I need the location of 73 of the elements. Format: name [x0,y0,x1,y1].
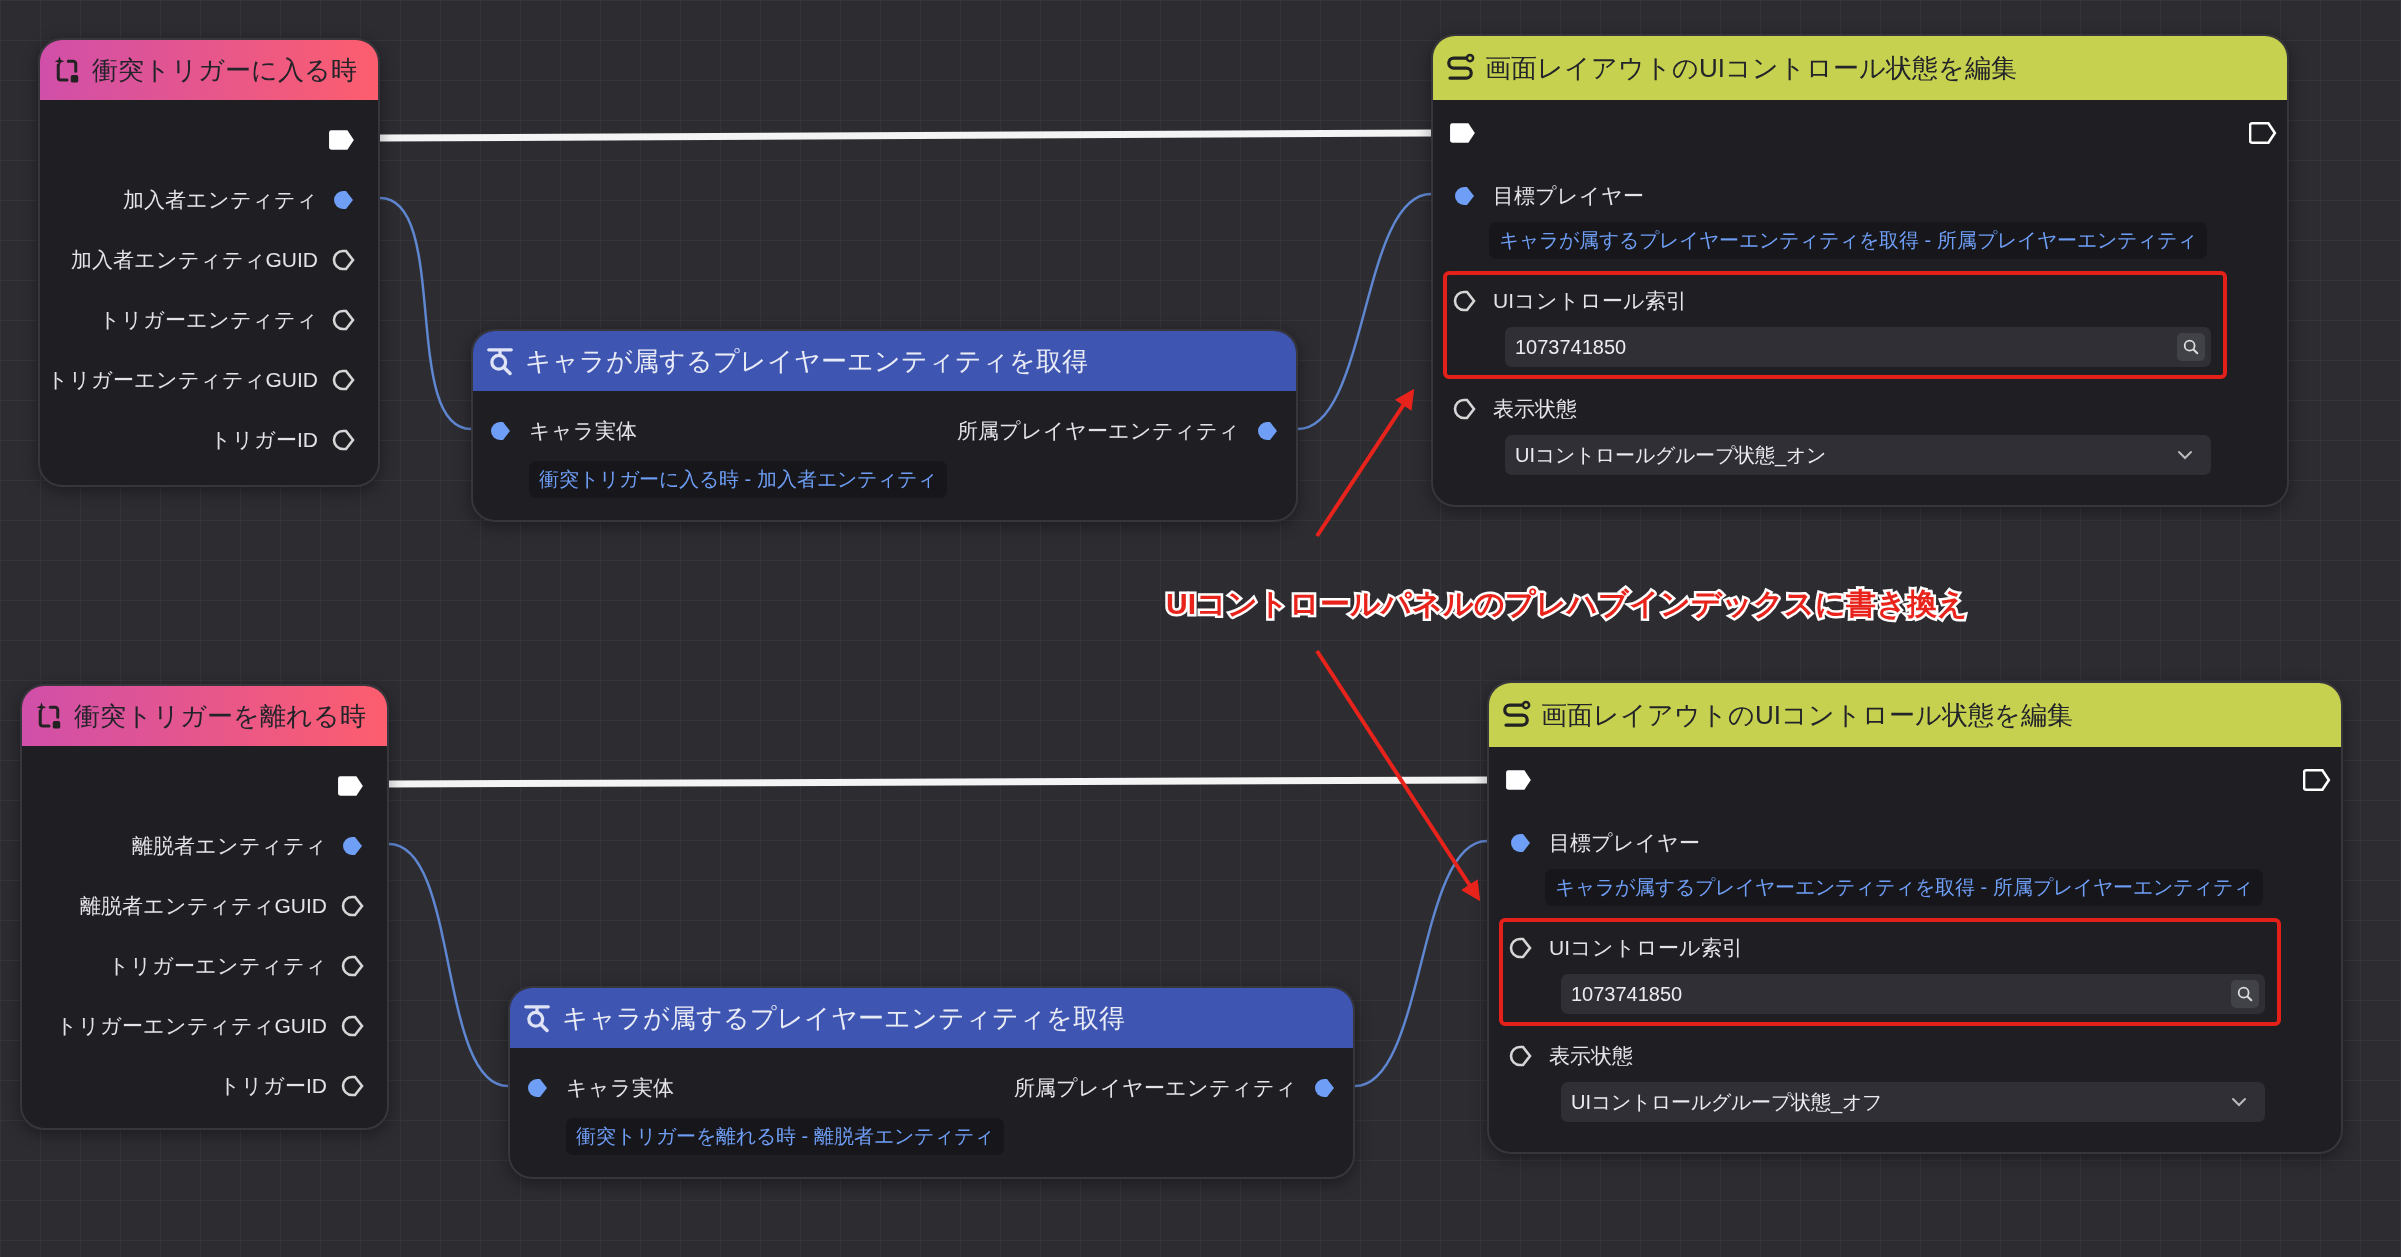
output-pin[interactable] [341,1075,365,1097]
output-label: 離脱者エンティティGUID [79,893,327,919]
output-pin[interactable] [341,1015,365,1037]
input-pin[interactable] [1453,290,1477,312]
output-pin[interactable] [1313,1077,1337,1099]
output-label: トリガーID [210,427,318,453]
exec-pin[interactable] [2249,121,2277,145]
source-reference[interactable]: 衝突トリガーに入る時 - 加入者エンティティ [529,461,947,498]
event-node[interactable]: 衝突トリガーを離れる時 離脱者エンティティ 離脱者エンティティGUID トリガーエンティティ トリガーエンティティGUID トリガーID [20,684,389,1130]
magnifier-icon [485,346,515,376]
action-node[interactable]: 画面レイアウトのUIコントロール状態を編集 目標プレイヤー キャラが属するプレイヤーエンティティを取得 - 所属プレイヤーエンティティ UIコントロール索引 1073741850 表示状態 UIコントロールグループ状態_オフ [1487,681,2343,1154]
input-pin[interactable] [526,1077,550,1099]
param-label: UIコントロール索引 [1493,288,1687,314]
output-label: トリガーエンティティGUID [55,1013,327,1039]
input-pin[interactable] [1509,1045,1533,1067]
output-label: 加入者エンティティ [123,187,318,213]
output-label: トリガーエンティティGUID [46,367,318,393]
output-label: トリガーエンティティ [108,953,327,979]
input-pin[interactable] [1509,937,1533,959]
exec-pin[interactable] [1505,768,1533,792]
action-node[interactable]: 画面レイアウトのUIコントロール状態を編集 目標プレイヤー キャラが属するプレイヤーエンティティを取得 - 所属プレイヤーエンティティ UIコントロール索引 1073741850 表示状態 UIコントロールグループ状態_オン [1431,34,2289,507]
input-pin[interactable] [1509,832,1533,854]
input-field[interactable]: 1073741850 [1505,327,2211,367]
node-title: 画面レイアウトのUIコントロール状態を編集 [1541,698,2073,732]
dropdown[interactable]: UIコントロールグループ状態_オフ [1561,1082,2265,1122]
query-node[interactable]: キャラが属するプレイヤーエンティティを取得 キャラ実体 所属プレイヤーエンティティ 衝突トリガーに入る時 - 加入者エンティティ [471,329,1298,522]
output-pin[interactable] [1256,420,1280,442]
output-pin[interactable] [341,895,365,917]
search-icon[interactable] [2231,980,2259,1008]
output-pin[interactable] [332,189,356,211]
input-label: キャラ実体 [566,1075,674,1101]
input-field[interactable]: 1073741850 [1561,974,2265,1014]
input-pin[interactable] [489,420,513,442]
source-reference[interactable]: キャラが属するプレイヤーエンティティを取得 - 所属プレイヤーエンティティ [1545,869,2263,906]
source-reference[interactable]: キャラが属するプレイヤーエンティティを取得 - 所属プレイヤーエンティティ [1489,222,2207,259]
exec-pin[interactable] [1449,121,1477,145]
node-title: 衝突トリガーを離れる時 [74,699,366,733]
output-pin[interactable] [332,369,356,391]
search-icon[interactable] [2177,333,2205,361]
output-label: トリガーID [219,1073,327,1099]
node-title: 画面レイアウトのUIコントロール状態を編集 [1485,51,2017,85]
output-pin[interactable] [332,429,356,451]
exec-pin[interactable] [328,128,356,152]
input-pin[interactable] [1453,398,1477,420]
output-label: 離脱者エンティティ [132,833,327,859]
param-label: 目標プレイヤー [1493,183,1644,209]
output-label: 所属プレイヤーエンティティ [957,418,1240,444]
exec-pin[interactable] [337,774,365,798]
output-label: 所属プレイヤーエンティティ [1014,1075,1297,1101]
input-pin[interactable] [1453,185,1477,207]
output-pin[interactable] [332,249,356,271]
output-label: トリガーエンティティ [99,307,318,333]
node-title: キャラが属するプレイヤーエンティティを取得 [525,344,1088,378]
param-label: 目標プレイヤー [1549,830,1700,856]
node-title: 衝突トリガーに入る時 [92,53,357,87]
flow-icon [1501,700,1531,730]
output-pin[interactable] [341,955,365,977]
input-label: キャラ実体 [529,418,637,444]
query-node[interactable]: キャラが属するプレイヤーエンティティを取得 キャラ実体 所属プレイヤーエンティティ 衝突トリガーを離れる時 - 離脱者エンティティ [508,986,1355,1179]
output-pin[interactable] [332,309,356,331]
source-reference[interactable]: 衝突トリガーを離れる時 - 離脱者エンティティ [566,1118,1004,1155]
annotation-text: UIコントロールパネルのプレハブインデックスに書き換え [1166,586,1968,622]
magnifier-icon [522,1003,552,1033]
param-label: 表示状態 [1549,1043,1633,1069]
output-label: 加入者エンティティGUID [70,247,318,273]
param-label: 表示状態 [1493,396,1577,422]
dropdown[interactable]: UIコントロールグループ状態_オン [1505,435,2211,475]
exec-pin[interactable] [2303,768,2331,792]
output-pin[interactable] [341,835,365,857]
event-node[interactable]: 衝突トリガーに入る時 加入者エンティティ 加入者エンティティGUID トリガーエンティティ トリガーエンティティGUID トリガーID [38,38,380,487]
param-label: UIコントロール索引 [1549,935,1743,961]
node-title: キャラが属するプレイヤーエンティティを取得 [562,1001,1125,1035]
flow-icon [1445,53,1475,83]
